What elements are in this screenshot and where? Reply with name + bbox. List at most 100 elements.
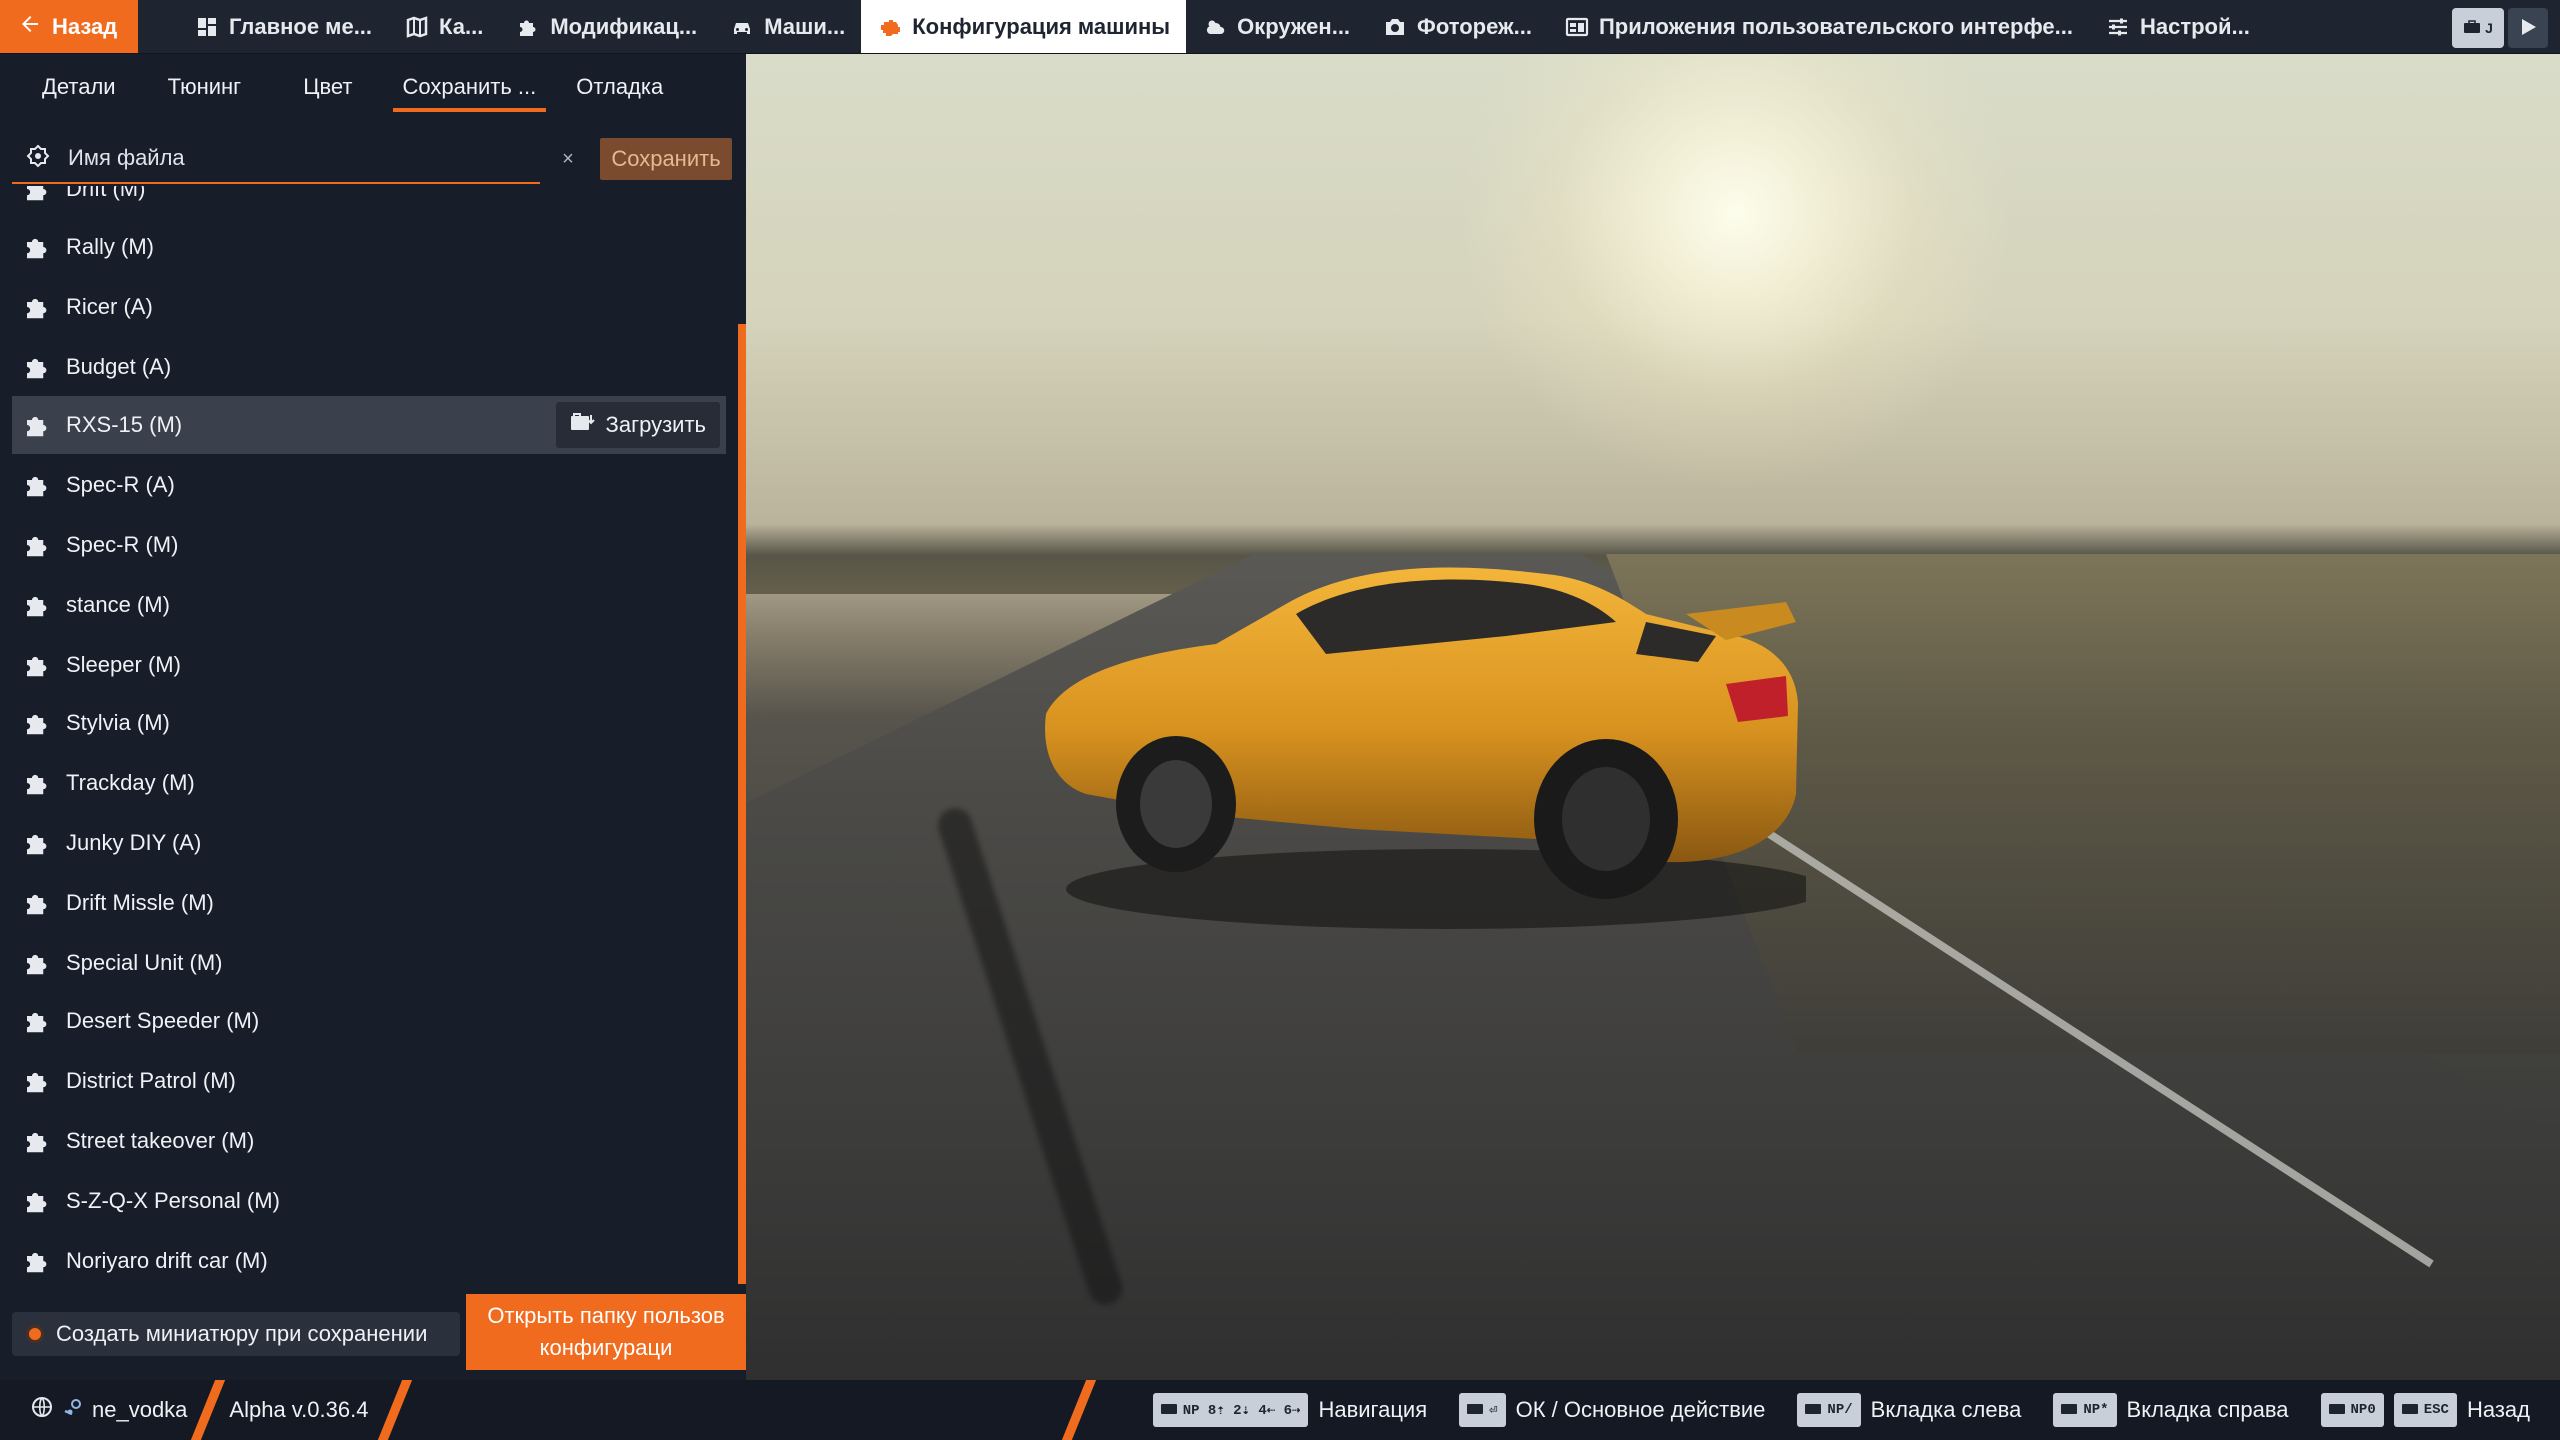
list-item[interactable]: Budget (A): [12, 338, 726, 396]
config-name: S-Z-Q-X Personal (M): [66, 1188, 280, 1213]
subtab-save-load[interactable]: Сохранить ...: [383, 54, 557, 120]
config-name: Spec-R (M): [66, 532, 179, 557]
hint-label: Вкладка справа: [2126, 1397, 2289, 1422]
key-badge: ESC: [2393, 1393, 2457, 1427]
list-item[interactable]: Drift (M): [12, 186, 726, 218]
keyboard-icon: [2401, 1402, 2418, 1419]
list-item[interactable]: Desert Speeder (M): [12, 992, 726, 1050]
top-navigation-bar: Назад Главное ме... Ка... Модификац... М…: [0, 0, 2560, 54]
list-item[interactable]: Noriyaro drift car (M): [12, 1232, 726, 1286]
globe-icon: [30, 1395, 54, 1425]
puzzle-icon: [22, 1186, 52, 1216]
list-item[interactable]: RXS-15 (M) Загрузить: [12, 396, 726, 454]
key-badge: NP0: [2320, 1393, 2384, 1427]
divider-slash: [191, 1380, 226, 1440]
tab-label: Маши...: [764, 13, 846, 39]
subtab-parts[interactable]: Детали: [22, 54, 136, 120]
puzzle-icon: [22, 768, 52, 798]
map-icon: [404, 14, 430, 40]
open-user-folder-button[interactable]: Открыть папку пользов конфигураци: [466, 1294, 746, 1370]
list-item[interactable]: stance (M): [12, 576, 726, 634]
tab-ui-apps[interactable]: Приложения пользовательского интерфе...: [1548, 0, 2089, 53]
subtab-tuning[interactable]: Тюнинг: [136, 54, 274, 120]
tab-label: Настрой...: [2139, 13, 2250, 39]
list-item[interactable]: Rally (M): [12, 218, 726, 276]
thumbnail-toggle-label: Создать миниатюру при сохранении: [56, 1321, 428, 1346]
list-item[interactable]: District Patrol (M): [12, 1052, 726, 1110]
divider-slash: [1061, 1380, 1097, 1440]
tab-vehicles[interactable]: Маши...: [713, 0, 861, 53]
load-label: Загрузить: [605, 412, 706, 437]
puzzle-icon: [22, 828, 52, 858]
filename-field: [12, 134, 540, 184]
tab-label: Модификац...: [550, 13, 698, 39]
list-scrollbar[interactable]: [738, 324, 746, 1284]
key-label: NP/: [1827, 1402, 1853, 1418]
play-button[interactable]: [2508, 8, 2548, 48]
config-name: Drift (M): [66, 186, 146, 201]
subtab-debug[interactable]: Отладка: [556, 54, 683, 120]
save-button[interactable]: Сохранить: [600, 138, 732, 180]
weather-icon: [1202, 14, 1228, 40]
tab-label: Фотореж...: [1417, 13, 1532, 39]
tab-photo-mode[interactable]: Фотореж...: [1366, 0, 1548, 53]
dashboard-icon: [194, 14, 220, 40]
list-item[interactable]: Ricer (A): [12, 278, 726, 336]
clear-filename-button[interactable]: ×: [550, 139, 586, 179]
status-bar: ne_vodka Alpha v.0.36.4 NP 8⇡ 2⇣ 4⇠ 6⇢ Н…: [0, 1380, 2560, 1440]
config-list[interactable]: Drift (M) Rally (M) Ricer (A) Budget (A)…: [0, 186, 746, 1286]
subtab-color[interactable]: Цвет: [273, 54, 382, 120]
filename-input[interactable]: [68, 145, 508, 171]
list-item[interactable]: Spec-R (M): [12, 516, 726, 574]
list-item[interactable]: Stylvia (M): [12, 694, 726, 752]
key-label: NP0: [2350, 1402, 2376, 1418]
list-item[interactable]: Trackday (M): [12, 754, 726, 812]
tab-settings[interactable]: Настрой...: [2089, 0, 2266, 53]
config-name: stance (M): [66, 592, 170, 617]
config-name: Rally (M): [66, 234, 154, 259]
hint-label: Навигация: [1318, 1397, 1428, 1422]
keyboard-icon: [2328, 1402, 2345, 1419]
tab-environment[interactable]: Окружен...: [1186, 0, 1366, 53]
tab-main-menu[interactable]: Главное ме...: [178, 0, 388, 53]
keyboard-icon: [1805, 1402, 1822, 1419]
tab-vehicle-config[interactable]: Конфигурация машины: [861, 0, 1187, 53]
car-preview: [1045, 567, 1806, 929]
config-name: Stylvia (M): [66, 710, 170, 735]
puzzle-icon: [22, 948, 52, 978]
load-config-icon: [570, 411, 596, 439]
tab-map[interactable]: Ка...: [388, 0, 499, 53]
list-item[interactable]: Special Unit (M): [12, 934, 726, 992]
puzzle-icon: [22, 650, 52, 680]
list-item[interactable]: S-Z-Q-X Personal (M): [12, 1172, 726, 1230]
tab-label: Ка...: [439, 13, 484, 39]
list-item[interactable]: Spec-R (A): [12, 456, 726, 514]
tab-label: Главное ме...: [229, 13, 373, 39]
key-label: NP 8⇡ 2⇣ 4⇠ 6⇢: [1182, 1402, 1301, 1419]
tab-label: Приложения пользовательского интерфе...: [1598, 13, 2073, 39]
save-options-row: Создать миниатюру при сохранении Открыть…: [0, 1294, 746, 1380]
username: ne_vodka: [92, 1397, 188, 1422]
tab-mods[interactable]: Модификац...: [499, 0, 713, 53]
control-hints: NP 8⇡ 2⇣ 4⇠ 6⇢ Навигация ⏎ ОК / Основное…: [1152, 1380, 2530, 1440]
list-item[interactable]: Drift Missle (M): [12, 874, 726, 932]
puzzle-icon: [22, 888, 52, 918]
list-item[interactable]: Street takeover (M): [12, 1112, 726, 1170]
puzzle-icon: [22, 1006, 52, 1036]
puzzle-icon: [22, 186, 52, 204]
list-item[interactable]: Junky DIY (A): [12, 814, 726, 872]
back-button[interactable]: Назад: [0, 0, 138, 53]
keyboard-shortcut-button[interactable]: J: [2452, 8, 2504, 48]
apps-icon: [1564, 14, 1590, 40]
config-name: Budget (A): [66, 354, 172, 379]
puzzle-icon: [515, 14, 541, 40]
config-name: Sleeper (M): [66, 652, 181, 677]
key-badge: NP*: [2053, 1393, 2117, 1427]
thumbnail-toggle[interactable]: Создать миниатюру при сохранении: [12, 1312, 460, 1356]
puzzle-icon: [22, 292, 52, 322]
keyboard-icon: [2061, 1402, 2078, 1419]
config-name: District Patrol (M): [66, 1068, 236, 1093]
list-item[interactable]: Sleeper (M): [12, 636, 726, 694]
key-badge: ⏎: [1459, 1393, 1506, 1427]
load-button[interactable]: Загрузить: [555, 402, 720, 448]
